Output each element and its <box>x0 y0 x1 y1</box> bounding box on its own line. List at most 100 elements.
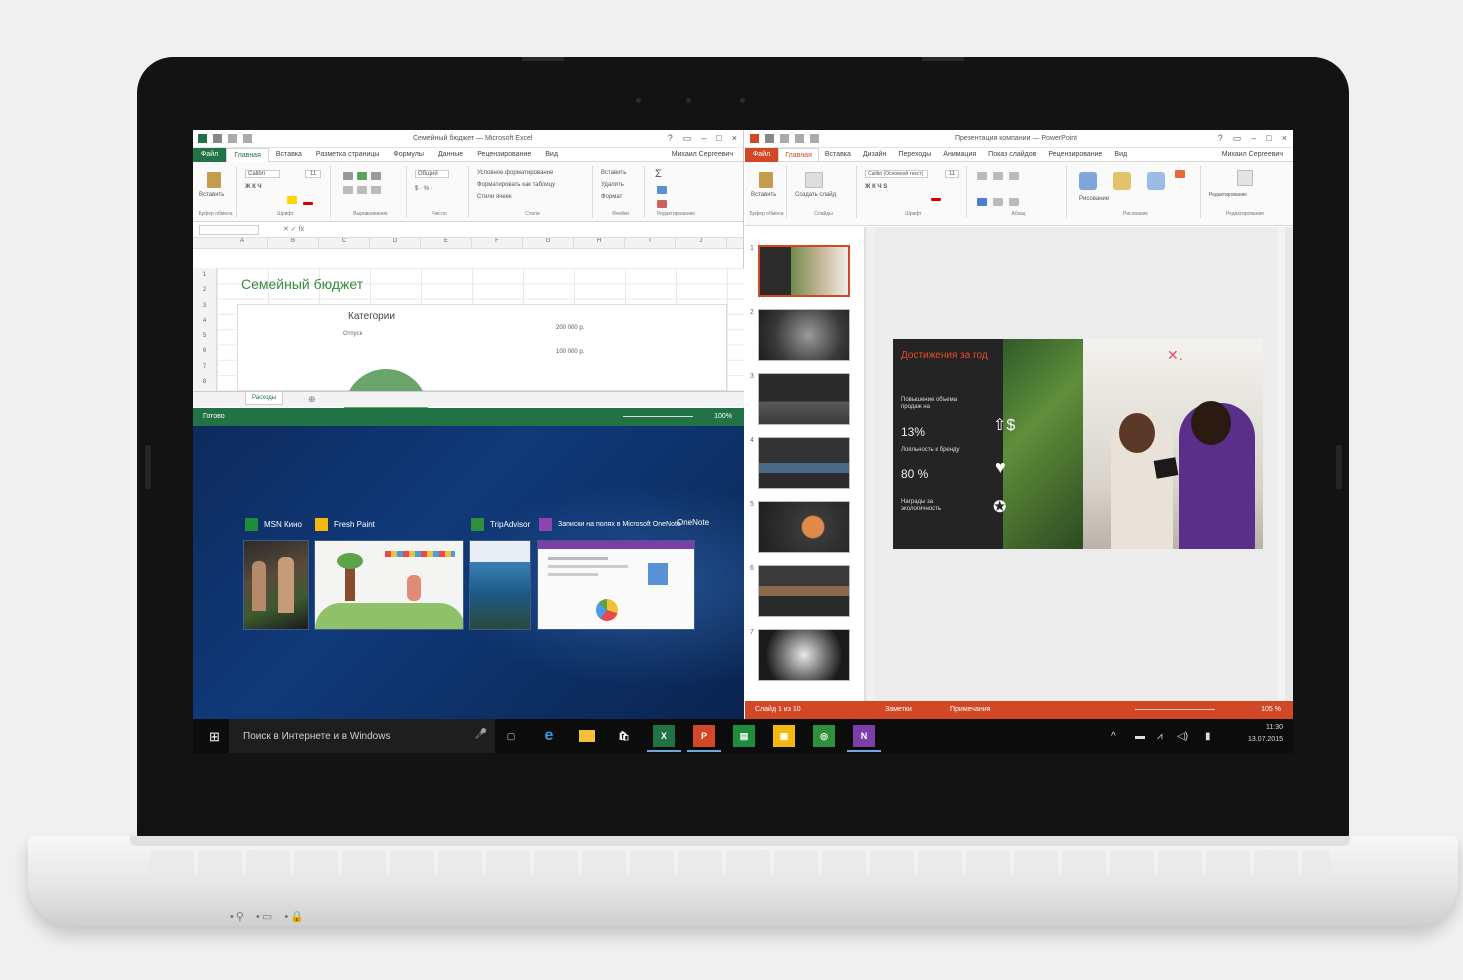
task-label-fresh-paint[interactable]: Fresh Paint <box>315 518 375 531</box>
row-header[interactable]: 3 <box>193 299 216 314</box>
column-header[interactable]: E <box>421 238 472 248</box>
align-right-icon[interactable] <box>1009 198 1019 206</box>
search-box[interactable]: Поиск в Интернете и в Windows 🎤 <box>229 719 495 753</box>
slide-thumbnail-1[interactable] <box>758 245 850 297</box>
name-box[interactable] <box>199 225 259 235</box>
tab-data[interactable]: Данные <box>431 151 470 158</box>
start-show-icon[interactable] <box>810 134 819 143</box>
drawing-button[interactable]: Рисование <box>1079 196 1109 202</box>
redo-icon[interactable] <box>243 134 252 143</box>
tripadvisor-taskbar-icon[interactable]: ◎ <box>813 725 835 747</box>
undo-icon[interactable] <box>780 134 789 143</box>
shapes-icon[interactable] <box>1079 172 1097 190</box>
tab-file[interactable]: Файл <box>745 147 779 162</box>
indent-icon[interactable] <box>1009 172 1019 180</box>
row-header[interactable]: 4 <box>193 314 216 329</box>
align-center-icon[interactable] <box>357 186 367 194</box>
slide-thumbnail-7[interactable] <box>758 629 850 681</box>
zoom-slider[interactable] <box>623 416 693 417</box>
column-header[interactable]: A <box>217 238 268 248</box>
format-cells-button[interactable]: Формат <box>601 194 622 200</box>
font-name-select[interactable]: Calibri <box>245 170 281 178</box>
conditional-format-button[interactable]: Условное форматирование <box>477 170 553 176</box>
font-size-select[interactable]: 11 <box>305 170 322 178</box>
bold-button[interactable]: Ж К Ч <box>245 184 262 190</box>
numbering-icon[interactable] <box>993 172 1003 180</box>
show-hidden-icons-icon[interactable]: ^ <box>1111 731 1116 742</box>
zoom-level[interactable]: 100% <box>714 413 732 420</box>
edge-browser-icon[interactable]: e <box>538 725 560 747</box>
task-label-tripadvisor[interactable]: TripAdvisor <box>471 518 530 531</box>
account-name[interactable]: Михаил Сергеевич <box>1222 151 1283 158</box>
fresh-paint-taskbar-icon[interactable]: ▣ <box>773 725 795 747</box>
paste-button[interactable]: Вставить <box>199 192 224 198</box>
undo-icon[interactable] <box>228 134 237 143</box>
task-label-onenote-app[interactable]: OneNote <box>677 518 709 527</box>
onenote-window-thumbnail[interactable] <box>537 540 695 630</box>
help-icon[interactable]: ? <box>668 133 673 144</box>
tab-transitions[interactable]: Переходы <box>892 151 937 158</box>
network-icon[interactable]: ⩘ <box>1157 731 1163 742</box>
arrange-icon[interactable] <box>1113 172 1131 190</box>
windows-start-icon[interactable]: ⊞ <box>209 729 220 745</box>
number-format-select[interactable]: Общий <box>415 170 449 178</box>
ribbon-display-icon[interactable]: ▭ <box>1233 133 1242 144</box>
tab-slide-show[interactable]: Показ слайдов <box>982 151 1042 158</box>
fx-icon[interactable]: ✕ ✓ fx <box>283 225 304 233</box>
column-header[interactable]: C <box>319 238 370 248</box>
zoom-level[interactable]: 105 % <box>1261 706 1281 713</box>
comments-button[interactable]: Примечания <box>950 706 990 713</box>
column-header[interactable]: G <box>523 238 574 248</box>
battery-icon[interactable]: ▬ <box>1135 731 1145 742</box>
fill-icon[interactable] <box>657 186 667 194</box>
volume-icon[interactable]: ◁) <box>1177 731 1188 742</box>
slide-thumbnail-5[interactable] <box>758 501 850 553</box>
sheet-tab[interactable]: Расходы <box>245 392 284 405</box>
tab-page-layout[interactable]: Разметка страницы <box>309 151 387 158</box>
slide-thumbnail-2[interactable] <box>758 309 850 361</box>
bullets-icon[interactable] <box>977 172 987 180</box>
tab-insert[interactable]: Вставка <box>819 151 857 158</box>
font-color-icon[interactable] <box>303 202 313 205</box>
paste-icon[interactable] <box>759 172 773 188</box>
tab-review[interactable]: Рецензирование <box>470 151 538 158</box>
delete-cells-button[interactable]: Удалить <box>601 182 624 188</box>
tab-view[interactable]: Вид <box>538 151 565 158</box>
notifications-icon[interactable]: ▮ <box>1205 731 1211 742</box>
slide-canvas[interactable]: Достижения за год Повышение объема прода… <box>875 227 1285 701</box>
close-icon[interactable]: × <box>732 133 737 144</box>
zoom-slider[interactable] <box>1135 709 1215 710</box>
tab-animations[interactable]: Анимация <box>937 151 982 158</box>
shape-fill-icon[interactable] <box>1175 170 1185 178</box>
find-icon[interactable] <box>1237 170 1253 186</box>
insert-cells-button[interactable]: Вставить <box>601 170 626 176</box>
new-slide-button[interactable]: Создать слайд <box>795 192 836 198</box>
format-as-table-button[interactable]: Форматировать как таблицу <box>477 182 555 188</box>
fresh-paint-window-thumbnail[interactable] <box>314 540 464 630</box>
slide-thumbnail-3[interactable] <box>758 373 850 425</box>
tab-file[interactable]: Файл <box>193 147 227 162</box>
tab-formulas[interactable]: Формулы <box>386 151 430 158</box>
tripadvisor-window-thumbnail[interactable] <box>469 540 531 630</box>
align-left-icon[interactable] <box>343 186 353 194</box>
minimize-icon[interactable]: – <box>701 133 706 144</box>
column-header[interactable]: J <box>676 238 727 248</box>
autosum-icon[interactable]: Σ <box>655 168 662 180</box>
bold-button[interactable]: Ж К Ч S <box>865 184 887 190</box>
store-icon[interactable]: 🛍 <box>613 725 635 747</box>
slide-scrollbar[interactable] <box>1277 227 1285 701</box>
clear-icon[interactable] <box>657 200 667 208</box>
minimize-icon[interactable]: – <box>1251 133 1256 144</box>
row-header[interactable]: 1 <box>193 268 216 283</box>
task-label-movies[interactable]: MSN Кино <box>245 518 302 531</box>
editing-button[interactable]: Редактирование <box>1209 192 1247 198</box>
maximize-icon[interactable]: □ <box>1266 133 1271 144</box>
tab-design[interactable]: Дизайн <box>857 151 893 158</box>
tab-insert[interactable]: Вставка <box>269 151 309 158</box>
ribbon-display-icon[interactable]: ▭ <box>683 133 692 144</box>
row-header[interactable]: 5 <box>193 329 216 344</box>
task-view-icon[interactable]: ▢ <box>500 725 522 747</box>
paste-button[interactable]: Вставить <box>751 192 776 198</box>
redo-icon[interactable] <box>795 134 804 143</box>
tab-review[interactable]: Рецензирование <box>1042 151 1108 158</box>
